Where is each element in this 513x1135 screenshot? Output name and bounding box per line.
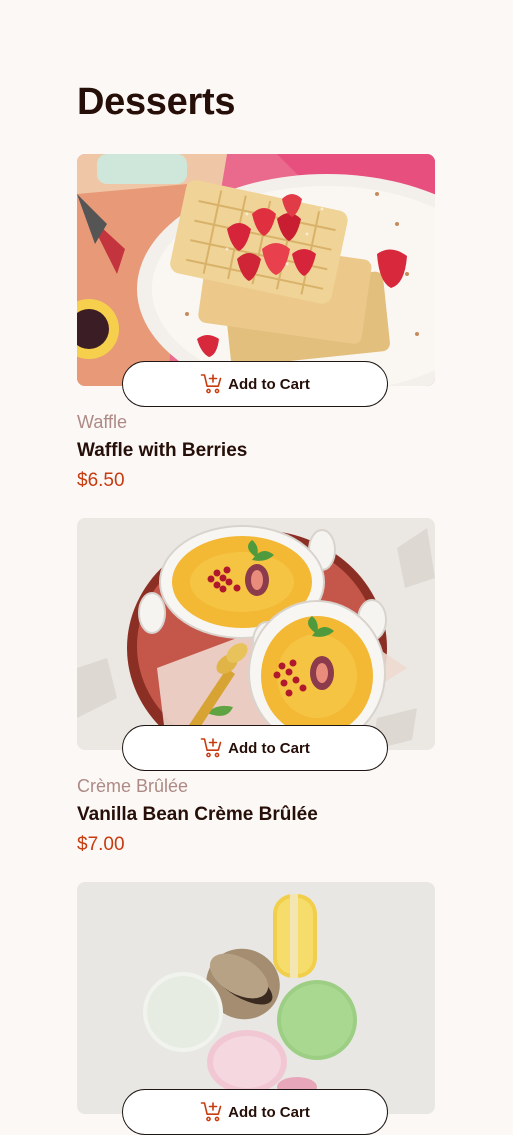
- page-title: Desserts: [77, 81, 236, 123]
- macaron-image: [77, 882, 435, 1114]
- product-name: Vanilla Bean Crème Brûlée: [77, 804, 318, 825]
- product-price: $6.50: [77, 470, 125, 491]
- product-card-waffle: Add to Cart Waffle Waffle with Berries $…: [77, 154, 435, 491]
- product-info: Crème Brûlée Vanilla Bean Crème Brûlée $…: [77, 774, 435, 858]
- product-name: Waffle with Berries: [77, 440, 248, 461]
- add-to-cart-button[interactable]: Add to Cart: [122, 361, 388, 407]
- product-card-creme-brulee: Add to Cart Crème Brûlée Vanilla Bean Cr…: [77, 518, 435, 855]
- product-category: Waffle: [77, 412, 128, 432]
- add-to-cart-icon: [200, 736, 224, 760]
- add-to-cart-icon: [200, 1100, 224, 1124]
- product-category: Crème Brûlée: [77, 776, 189, 796]
- waffle-image: [77, 154, 435, 386]
- add-to-cart-button[interactable]: Add to Cart: [122, 1089, 388, 1135]
- add-to-cart-label: Add to Cart: [228, 375, 310, 393]
- add-to-cart-button[interactable]: Add to Cart: [122, 725, 388, 771]
- add-to-cart-icon: [200, 372, 224, 396]
- creme-brulee-image: [77, 518, 435, 750]
- add-to-cart-label: Add to Cart: [228, 1103, 310, 1121]
- dessert-menu-page: Desserts Add to Cart Waffle Waffle with …: [0, 0, 513, 1135]
- add-to-cart-label: Add to Cart: [228, 739, 310, 757]
- product-info: Waffle Waffle with Berries $6.50: [77, 410, 435, 494]
- product-price: $7.00: [77, 834, 125, 855]
- product-card-macaron: Add to Cart: [77, 882, 435, 1135]
